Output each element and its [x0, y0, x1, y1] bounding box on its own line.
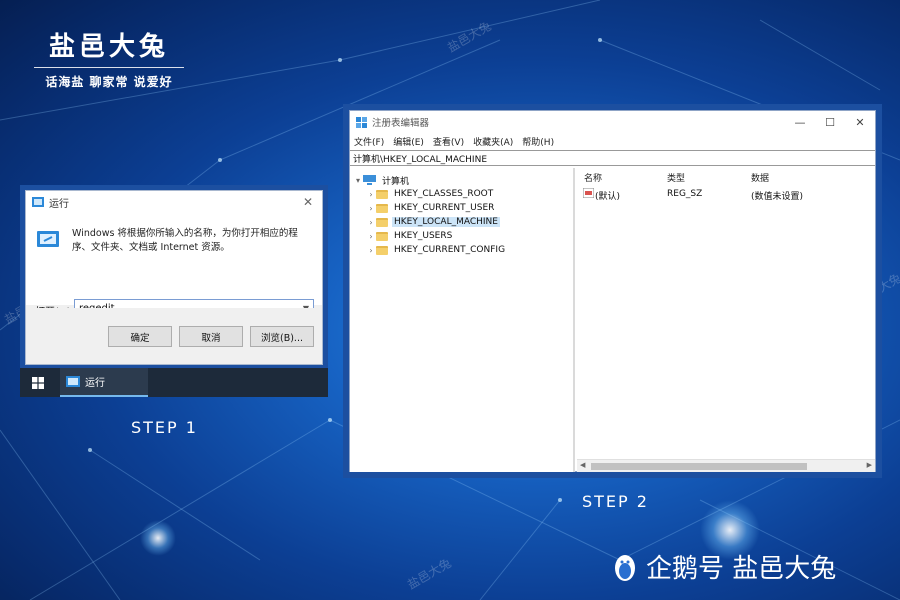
minimize-icon[interactable]: — — [785, 116, 815, 129]
menu-edit[interactable]: 编辑(E) — [393, 135, 424, 148]
tree-item-hkcr[interactable]: › HKEY_CLASSES_ROOT — [366, 187, 495, 201]
close-icon[interactable]: ✕ — [300, 195, 316, 209]
taskbar: 运行 — [20, 368, 328, 397]
chevron-right-icon[interactable]: › — [366, 190, 376, 199]
run-dialog-buttons: 确定 取消 浏览(B)... — [26, 308, 322, 364]
run-dialog-titlebar: 运行 ✕ — [26, 191, 322, 213]
run-description: Windows 将根据你所输入的名称，为你打开相应的程序、文件夹、文档或 Int… — [72, 228, 298, 253]
browse-button[interactable]: 浏览(B)... — [250, 326, 314, 347]
tree-item-computer[interactable]: ▾ 计算机 — [353, 173, 411, 187]
brand-logo: 盐邑大兔 话海盐 聊家常 说爱好 — [34, 26, 184, 90]
taskbar-item-run[interactable]: 运行 — [60, 368, 148, 397]
run-dialog: 运行 ✕ Windows 将根据你所输入的名称，为你打开相应的程序、文件夹、文档… — [25, 190, 323, 365]
registry-tree: ▾ 计算机 › HKEY_CLASSES_ROOT › HKEY_CURRENT… — [350, 168, 575, 472]
run-app-icon — [32, 197, 44, 207]
scrollbar-thumb[interactable] — [591, 463, 807, 470]
regedit-menubar: 文件(F) 编辑(E) 查看(V) 收藏夹(A) 帮助(H) — [350, 133, 875, 149]
brand-slogan: 话海盐 聊家常 说爱好 — [45, 75, 173, 89]
value-data: (数值未设置) — [751, 192, 804, 202]
column-header-name[interactable]: 名称 — [584, 171, 602, 184]
list-header: 名称 类型 数据 — [577, 168, 875, 184]
menu-file[interactable]: 文件(F) — [354, 135, 384, 148]
regedit-titlebar: 注册表编辑器 — ☐ ✕ — [350, 111, 875, 133]
column-header-type[interactable]: 类型 — [667, 171, 685, 184]
windows-start-icon[interactable] — [20, 376, 56, 389]
computer-icon — [363, 175, 376, 185]
run-app-icon — [66, 376, 80, 387]
folder-icon — [376, 217, 388, 227]
close-icon[interactable]: ✕ — [845, 116, 875, 129]
tree-item-label: 计算机 — [382, 176, 410, 187]
tree-item-label: HKEY_LOCAL_MACHINE — [392, 217, 500, 227]
light-glow — [140, 520, 176, 556]
column-header-data[interactable]: 数据 — [751, 171, 769, 184]
run-dialog-body: Windows 将根据你所输入的名称，为你打开相应的程序、文件夹、文档或 Int… — [26, 213, 322, 318]
menu-favorites[interactable]: 收藏夹(A) — [473, 135, 513, 148]
chevron-down-icon[interactable]: ▾ — [353, 176, 363, 185]
regedit-screenshot: 注册表编辑器 — ☐ ✕ 文件(F) 编辑(E) 查看(V) 收藏夹(A) 帮助… — [343, 104, 882, 478]
string-value-icon — [583, 188, 594, 198]
regedit-title: 注册表编辑器 — [372, 118, 430, 129]
platform-watermark: 企鹅号 盐邑大兔 — [612, 548, 836, 585]
run-dialog-title: 运行 — [49, 198, 69, 210]
tree-item-hkcu[interactable]: › HKEY_CURRENT_USER — [366, 201, 496, 215]
folder-icon — [376, 203, 388, 213]
step-2-label: STEP 2 — [582, 492, 649, 511]
chevron-right-icon[interactable]: › — [366, 246, 376, 255]
tree-item-hkcc[interactable]: › HKEY_CURRENT_CONFIG — [366, 243, 507, 257]
tree-item-label: HKEY_CURRENT_CONFIG — [394, 245, 506, 255]
folder-icon — [376, 231, 388, 241]
table-row[interactable]: (默认) REG_SZ (数值未设置) — [577, 186, 875, 202]
tree-item-hklm[interactable]: › HKEY_LOCAL_MACHINE — [366, 215, 500, 229]
platform-watermark-text: 企鹅号 盐邑大兔 — [646, 554, 837, 584]
chevron-right-icon[interactable]: › — [366, 204, 376, 213]
horizontal-scrollbar[interactable]: ◀ ▶ — [577, 459, 875, 472]
value-name: (默认) — [595, 192, 621, 202]
folder-icon — [376, 189, 388, 199]
scroll-right-icon[interactable]: ▶ — [867, 461, 872, 469]
cancel-button[interactable]: 取消 — [179, 326, 243, 347]
run-icon — [37, 231, 59, 247]
brand-name: 盐邑大兔 — [48, 32, 169, 62]
chevron-right-icon[interactable]: › — [366, 232, 376, 241]
chevron-right-icon[interactable]: › — [366, 218, 376, 227]
taskbar-item-label: 运行 — [85, 378, 105, 389]
run-dialog-screenshot: 运行 ✕ Windows 将根据你所输入的名称，为你打开相应的程序、文件夹、文档… — [20, 185, 328, 397]
regedit-window: 注册表编辑器 — ☐ ✕ 文件(F) 编辑(E) 查看(V) 收藏夹(A) 帮助… — [349, 110, 876, 472]
maximize-icon[interactable]: ☐ — [815, 116, 845, 129]
penguin-icon — [615, 554, 635, 581]
regedit-app-icon — [356, 116, 367, 128]
registry-values-list: 名称 类型 数据 (默认) REG_SZ (数值未设置) ◀ ▶ — [577, 168, 875, 472]
brand-divider — [34, 67, 184, 68]
ok-button[interactable]: 确定 — [108, 326, 172, 347]
tree-item-label: HKEY_CURRENT_USER — [394, 203, 495, 213]
address-bar[interactable]: 计算机\HKEY_LOCAL_MACHINE — [350, 150, 875, 166]
folder-icon — [376, 245, 388, 255]
value-type: REG_SZ — [667, 189, 703, 199]
menu-view[interactable]: 查看(V) — [433, 135, 464, 148]
scroll-left-icon[interactable]: ◀ — [580, 461, 585, 469]
address-path: 计算机\HKEY_LOCAL_MACHINE — [353, 154, 488, 165]
tree-item-hku[interactable]: › HKEY_USERS — [366, 229, 454, 243]
menu-help[interactable]: 帮助(H) — [522, 135, 554, 148]
tree-item-label: HKEY_CLASSES_ROOT — [394, 189, 494, 199]
step-1-label: STEP 1 — [131, 418, 198, 437]
tree-item-label: HKEY_USERS — [394, 231, 453, 241]
